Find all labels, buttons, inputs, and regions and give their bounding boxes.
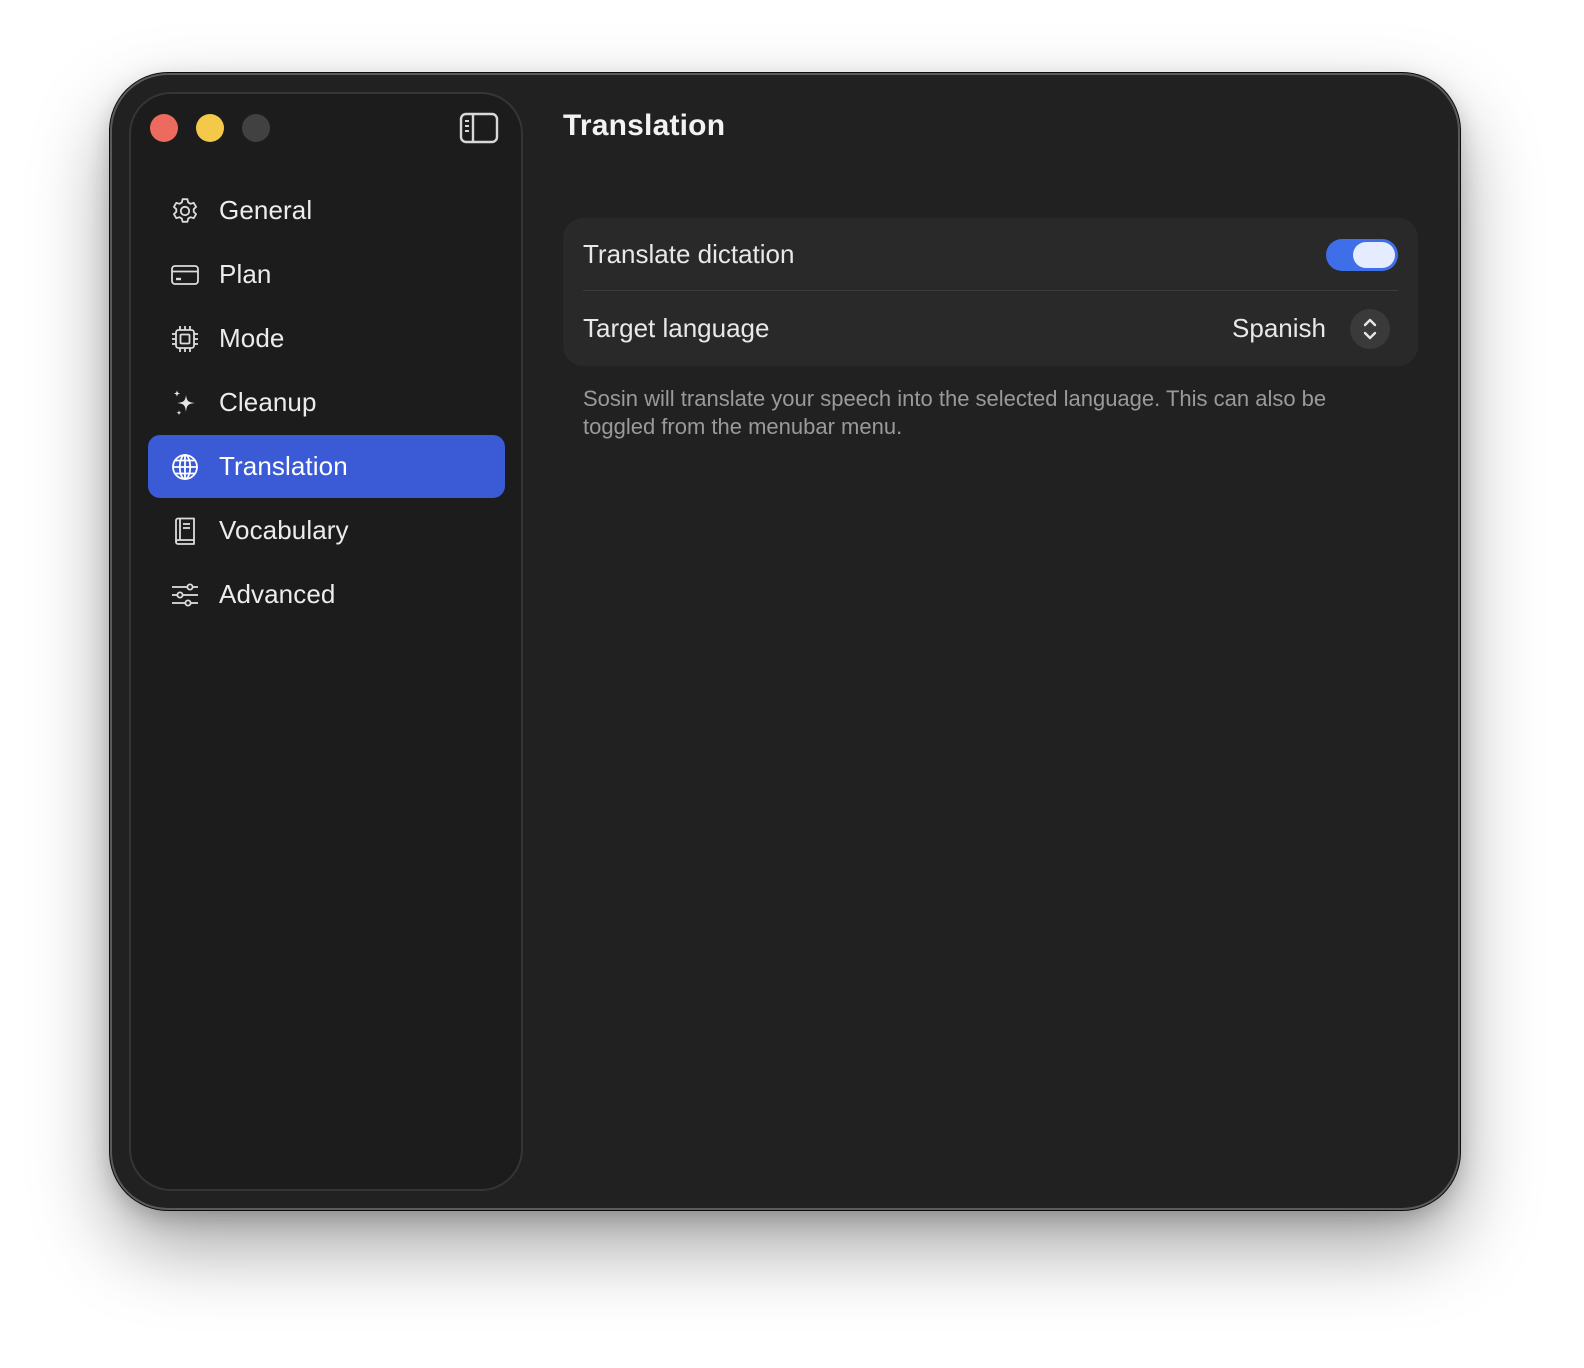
sidebar-item-advanced[interactable]: Advanced <box>148 563 505 626</box>
chevron-up-down-icon[interactable] <box>1350 308 1390 349</box>
sidebar-toggle-icon[interactable] <box>459 112 499 144</box>
gear-icon <box>169 195 201 227</box>
translate-dictation-row: Translate dictation <box>583 218 1398 291</box>
translate-dictation-label: Translate dictation <box>583 239 795 269</box>
globe-icon <box>169 451 201 483</box>
sidebar-item-label: Translation <box>219 451 348 481</box>
sidebar-item-label: General <box>219 195 313 225</box>
translation-settings-card: Translate dictation Target language Span… <box>563 218 1418 366</box>
target-language-value: Spanish <box>1232 313 1326 343</box>
sidebar-item-label: Mode <box>219 323 285 353</box>
minimize-window-button[interactable] <box>196 114 224 142</box>
credit-card-icon <box>169 259 201 291</box>
target-language-label: Target language <box>583 313 770 343</box>
toggle-knob <box>1353 241 1395 268</box>
sidebar-item-label: Cleanup <box>219 387 317 417</box>
zoom-window-button[interactable] <box>242 114 270 142</box>
target-language-row: Target language Spanish <box>583 292 1398 365</box>
sparkles-icon <box>169 387 201 419</box>
translation-help-text: Sosin will translate your speech into th… <box>583 386 1327 439</box>
sidebar-item-translation[interactable]: Translation <box>148 435 505 498</box>
sidebar-item-plan[interactable]: Plan <box>148 243 505 306</box>
sidebar-item-general[interactable]: General <box>148 179 505 242</box>
sidebar-item-vocabulary[interactable]: Vocabulary <box>148 499 505 562</box>
sliders-icon <box>169 579 201 611</box>
sidebar-item-label: Vocabulary <box>219 515 349 545</box>
translate-dictation-toggle[interactable] <box>1326 238 1398 271</box>
target-language-select[interactable]: Spanish <box>1232 308 1398 349</box>
book-icon <box>169 515 201 547</box>
sidebar-item-label: Plan <box>219 259 272 289</box>
close-window-button[interactable] <box>150 114 178 142</box>
sidebar: General Plan Mode Cleanup Translation Vo… <box>129 92 523 1191</box>
page-title: Translation <box>563 109 726 142</box>
divider <box>583 290 1398 291</box>
sidebar-item-label: Advanced <box>219 579 336 609</box>
sidebar-item-mode[interactable]: Mode <box>148 307 505 370</box>
sidebar-item-cleanup[interactable]: Cleanup <box>148 371 505 434</box>
sidebar-nav: General Plan Mode Cleanup Translation Vo… <box>148 179 505 627</box>
settings-window: General Plan Mode Cleanup Translation Vo… <box>112 75 1458 1208</box>
cpu-chip-icon <box>169 323 201 355</box>
